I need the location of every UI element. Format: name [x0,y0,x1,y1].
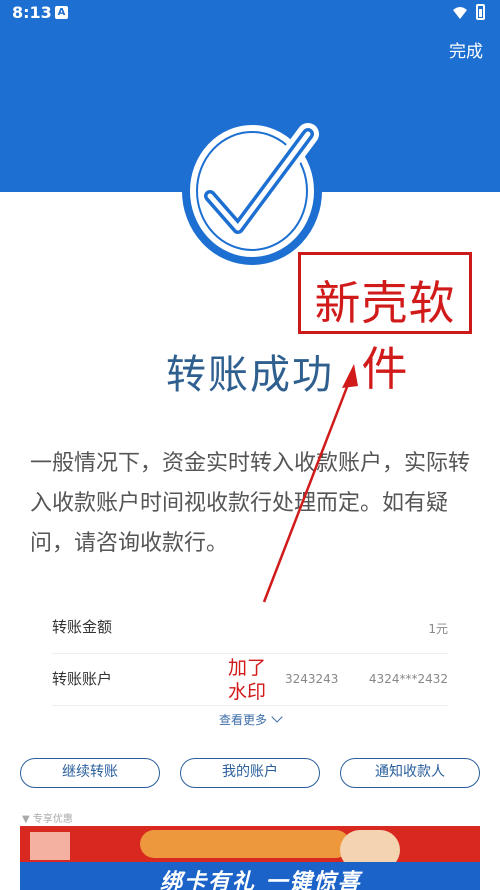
account-number-1: 3243243 [285,672,339,686]
annotation-line-2: 水印 [228,681,267,703]
see-more-label: 查看更多 [218,713,267,727]
done-button[interactable]: 完成 [449,37,483,62]
amount-row: 转账金额 1元 [52,602,448,654]
my-account-button[interactable]: 我的账户 [180,758,320,788]
ad-top-strip [20,826,480,862]
account-label: 转账账户 [52,670,113,688]
annotation-line-1: 加了 [228,657,267,679]
annotation-arrow-icon [262,364,358,603]
amount-label: 转账金额 [52,618,113,636]
ad-banner[interactable]: 绑卡有礼 一键惊喜 [20,826,480,890]
wifi-icon [453,7,467,19]
ad-hint: ▼ 专享优惠 [22,814,73,825]
watermark-label-box: 新壳软件 [298,252,472,396]
battery-icon [476,4,485,20]
check-circle-icon [182,117,322,265]
notify-payee-button[interactable]: 通知收款人 [340,758,480,788]
continue-transfer-button[interactable]: 继续转账 [20,758,160,788]
see-more-link[interactable]: 查看更多 [0,711,500,728]
ad-text: 绑卡有礼 一键惊喜 [160,870,362,890]
status-bar: 8:13 A [0,0,500,26]
ad-decoration [30,832,70,860]
chevron-down-icon [271,711,283,723]
notification-icon: A [55,6,68,19]
account-number-2: 4324***2432 [368,672,448,686]
watermark-annotation: 加了 水印 [228,656,276,704]
amount-value: 1元 [428,622,448,636]
status-time: 8:13 [12,3,52,22]
